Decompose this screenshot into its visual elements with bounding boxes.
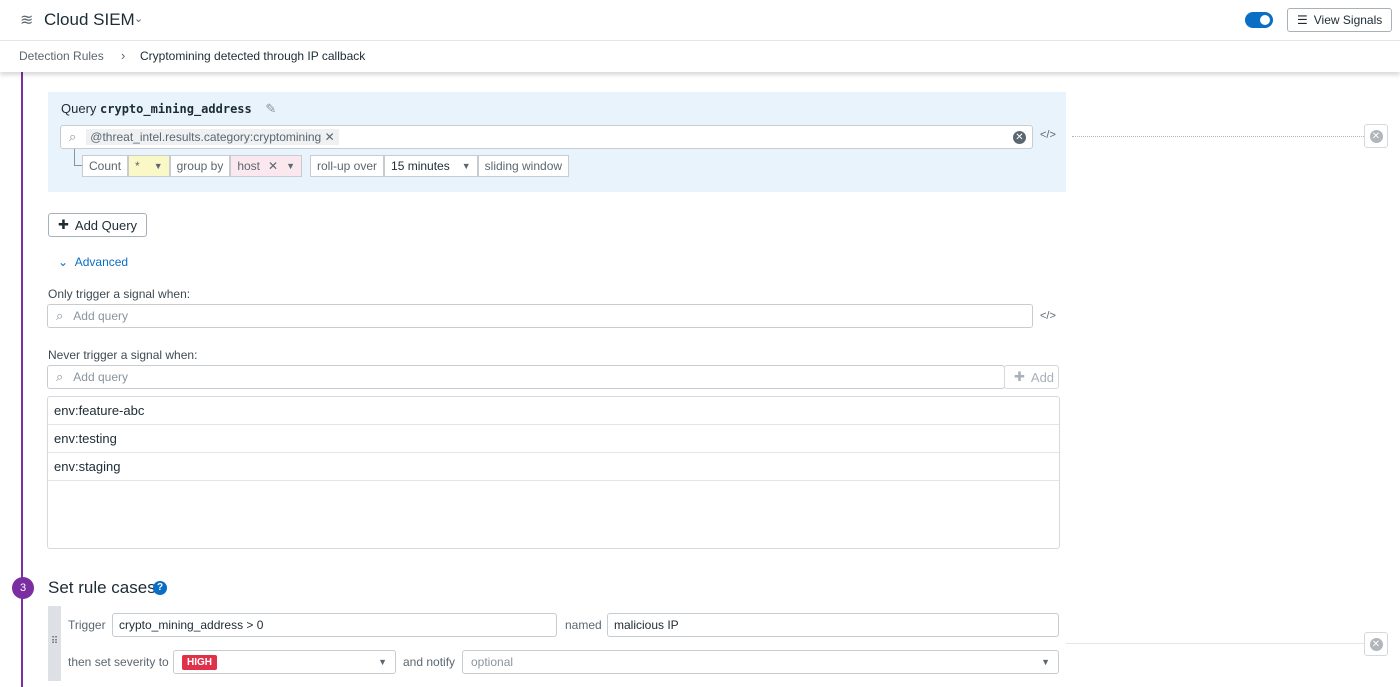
search-icon: ⌕ — [69, 129, 76, 145]
add-exclusion-button[interactable]: ✚Add — [1004, 365, 1059, 389]
search-icon: ⌕ — [56, 308, 63, 324]
window-select[interactable]: 15 minutes▼ — [384, 155, 478, 177]
breadcrumb-parent[interactable]: Detection Rules — [19, 49, 104, 63]
never-trigger-label: Never trigger a signal when: — [48, 348, 197, 362]
severity-select[interactable]: HIGH▼ — [173, 650, 396, 674]
top-bar: ≋ Cloud SIEM ⌄ ☰View Signals — [0, 0, 1400, 41]
count-label: Count — [82, 155, 128, 177]
section-title: Set rule cases — [48, 578, 156, 598]
aggregation-row: Count *▼ group by host✕▼ roll-up over 15… — [82, 155, 569, 177]
query-panel: Query crypto_mining_address ✎ ⌕ @threat_… — [48, 92, 1066, 192]
query-label: Query — [61, 101, 96, 116]
never-trigger-input[interactable]: ⌕Add query — [47, 365, 1005, 389]
chevron-down-icon: ⌄ — [58, 255, 68, 269]
view-signals-button[interactable]: ☰View Signals — [1287, 8, 1392, 32]
drag-handle-icon[interactable]: ⠿ — [48, 606, 61, 681]
code-icon[interactable]: </> — [1040, 310, 1056, 322]
rollup-label: roll-up over — [310, 155, 384, 177]
list-item[interactable]: env:testing — [48, 425, 1059, 453]
named-label: named — [565, 618, 602, 632]
count-field-select[interactable]: *▼ — [128, 155, 170, 177]
remove-case-button[interactable]: ✕ — [1364, 632, 1388, 656]
list-item[interactable]: env:feature-abc — [48, 397, 1059, 425]
search-icon: ⌕ — [56, 369, 63, 385]
notify-select[interactable]: optional▼ — [462, 650, 1059, 674]
remove-tag-icon[interactable]: ✕ — [325, 130, 335, 144]
list-icon: ☰ — [1297, 13, 1308, 27]
step-badge: 3 — [12, 577, 34, 599]
help-icon[interactable]: ? — [153, 581, 167, 595]
filter-tag[interactable]: @threat_intel.results.category:cryptomin… — [86, 129, 338, 145]
edit-icon[interactable]: ✎ — [265, 101, 276, 116]
query-name: crypto_mining_address — [100, 102, 252, 116]
toggle[interactable] — [1245, 12, 1273, 28]
advanced-toggle[interactable]: ⌄ Advanced — [58, 255, 128, 269]
severity-badge: HIGH — [182, 655, 217, 670]
app-title[interactable]: Cloud SIEM — [44, 10, 135, 30]
plus-icon: ✚ — [58, 217, 69, 233]
remove-query-button[interactable]: ✕ — [1364, 124, 1388, 148]
only-trigger-input[interactable]: ⌕Add query — [47, 304, 1033, 328]
code-icon[interactable]: </> — [1040, 129, 1056, 141]
chevron-down-icon[interactable]: ⌄ — [134, 12, 143, 25]
clear-icon[interactable]: ✕ — [1013, 131, 1026, 144]
siem-logo-icon: ≋ — [20, 10, 33, 30]
case-name-input[interactable]: malicious IP — [607, 613, 1059, 637]
notify-label: and notify — [403, 655, 455, 669]
window-type: sliding window — [478, 155, 569, 177]
trigger-label: Trigger — [68, 618, 106, 632]
list-item[interactable]: env:staging — [48, 453, 1059, 481]
breadcrumb: Detection Rules › Cryptomining detected … — [0, 41, 1400, 72]
chevron-right-icon: › — [121, 48, 125, 63]
query-search-input[interactable]: ⌕ @threat_intel.results.category:cryptom… — [60, 125, 1033, 149]
group-by-select[interactable]: host✕▼ — [230, 155, 302, 177]
severity-label: then set severity to — [68, 655, 169, 669]
breadcrumb-current: Cryptomining detected through IP callbac… — [140, 49, 365, 63]
add-query-button[interactable]: ✚Add Query — [48, 213, 147, 237]
trigger-input[interactable]: crypto_mining_address > 0 — [112, 613, 557, 637]
only-trigger-label: Only trigger a signal when: — [48, 287, 190, 301]
group-by-label: group by — [170, 155, 231, 177]
